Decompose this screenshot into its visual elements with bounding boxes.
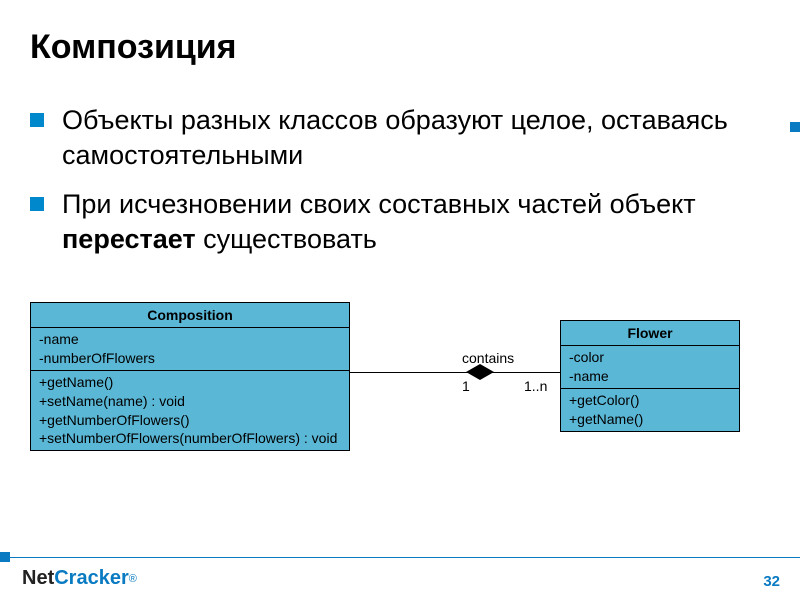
bullet-bold: перестает xyxy=(62,224,196,254)
uml-attribute: -numberOfFlowers xyxy=(39,349,341,368)
page-number: 32 xyxy=(763,573,780,590)
uml-attribute: -color xyxy=(569,348,731,367)
bullet-list: Объекты разных классов образуют целое, о… xyxy=(0,103,800,257)
slide-title: Композиция xyxy=(0,0,800,67)
uml-class-flower: Flower -color -name +getColor() +getName… xyxy=(560,320,740,432)
composition-diamond-icon xyxy=(466,364,494,385)
uml-method: +getName() xyxy=(569,410,731,429)
uml-attribute: -name xyxy=(569,367,731,386)
multiplicity-left: 1 xyxy=(462,378,470,394)
bullet-suffix: существовать xyxy=(196,224,377,254)
association-label: contains xyxy=(462,350,514,366)
footer-logo: NetCracker® xyxy=(22,567,137,590)
bullet-text: При исчезновении своих составных частей … xyxy=(62,187,800,257)
uml-method: +setName(name) : void xyxy=(39,392,341,411)
multiplicity-right: 1..n xyxy=(524,378,547,394)
corner-decoration-icon xyxy=(790,122,800,132)
bullet-marker-icon xyxy=(30,197,44,211)
logo-text-net: Net xyxy=(22,567,54,590)
bullet-item: Объекты разных классов образуют целое, о… xyxy=(30,103,800,173)
uml-class-composition: Composition -name -numberOfFlowers +getN… xyxy=(30,302,350,451)
bullet-text: Объекты разных классов образуют целое, о… xyxy=(62,103,800,173)
bullet-item: При исчезновении своих составных частей … xyxy=(30,187,800,257)
logo-text-cracker: Cracker xyxy=(54,567,129,590)
uml-method: +setNumberOfFlowers(numberOfFlowers) : v… xyxy=(39,429,341,448)
uml-methods: +getName() +setName(name) : void +getNum… xyxy=(31,371,349,451)
uml-attributes: -color -name xyxy=(561,346,739,389)
uml-methods: +getColor() +getName() xyxy=(561,389,739,431)
uml-diagram: Composition -name -numberOfFlowers +getN… xyxy=(30,302,770,502)
uml-class-name: Flower xyxy=(561,321,739,346)
footer-divider xyxy=(0,557,800,558)
uml-attribute: -name xyxy=(39,330,341,349)
uml-method: +getName() xyxy=(39,373,341,392)
uml-method: +getColor() xyxy=(569,391,731,410)
bullet-prefix: При исчезновении своих составных частей … xyxy=(62,189,696,219)
uml-attributes: -name -numberOfFlowers xyxy=(31,328,349,371)
uml-class-name: Composition xyxy=(31,303,349,328)
logo-registered-icon: ® xyxy=(129,573,137,585)
uml-method: +getNumberOfFlowers() xyxy=(39,411,341,430)
uml-connector-line xyxy=(350,372,560,373)
bullet-marker-icon xyxy=(30,113,44,127)
